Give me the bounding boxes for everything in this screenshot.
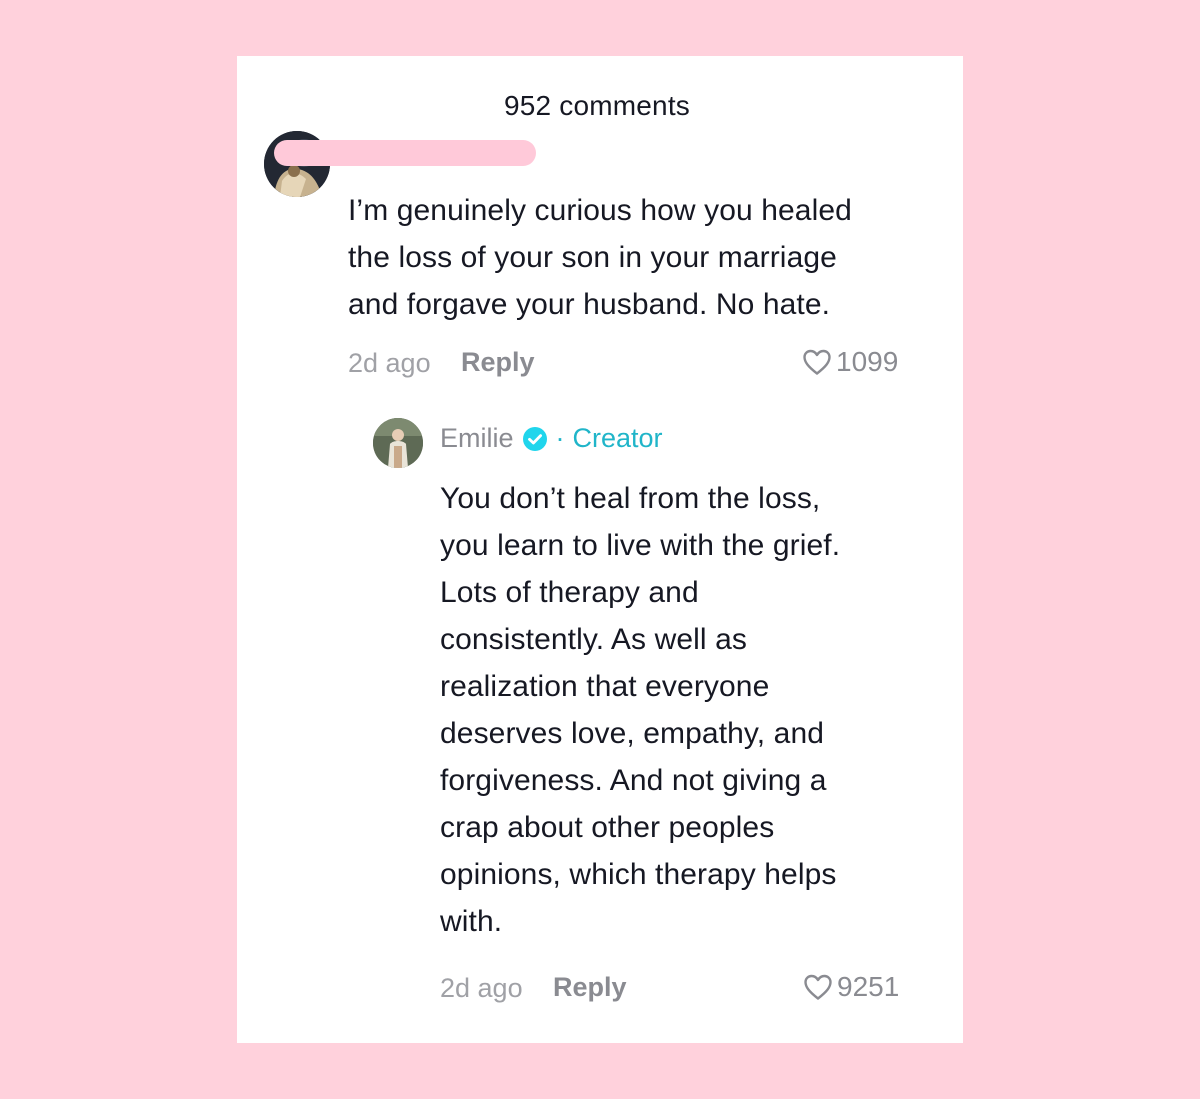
author-name[interactable]: Emilie [440, 423, 514, 454]
comments-panel: 952 comments I’m genuinely curious how y… [237, 56, 963, 1043]
reply-button[interactable]: Reply [553, 972, 627, 1003]
creator-label: Creator [572, 423, 663, 453]
reply-time: 2d ago [440, 973, 523, 1003]
reply-author: Emilie · Creator [440, 423, 663, 454]
verified-badge-icon [522, 426, 547, 451]
comment-text: I’m genuinely curious how you healed the… [348, 194, 852, 321]
reply-text: You don’t heal from the loss, you learn … [440, 482, 841, 938]
heart-icon [804, 974, 832, 1000]
heart-icon [803, 349, 831, 375]
separator: · [555, 423, 565, 453]
creator-avatar[interactable] [373, 418, 423, 468]
like-count: 1099 [836, 346, 899, 377]
comments-count: 952 comments [503, 90, 691, 121]
redacted-username [274, 140, 536, 166]
reply-button[interactable]: Reply [461, 347, 535, 378]
like-count: 9251 [837, 971, 900, 1002]
avatar-image [373, 418, 423, 468]
comment-time: 2d ago [348, 348, 431, 378]
like-button[interactable]: 9251 [803, 971, 899, 1003]
like-button[interactable]: 1099 [802, 346, 898, 378]
